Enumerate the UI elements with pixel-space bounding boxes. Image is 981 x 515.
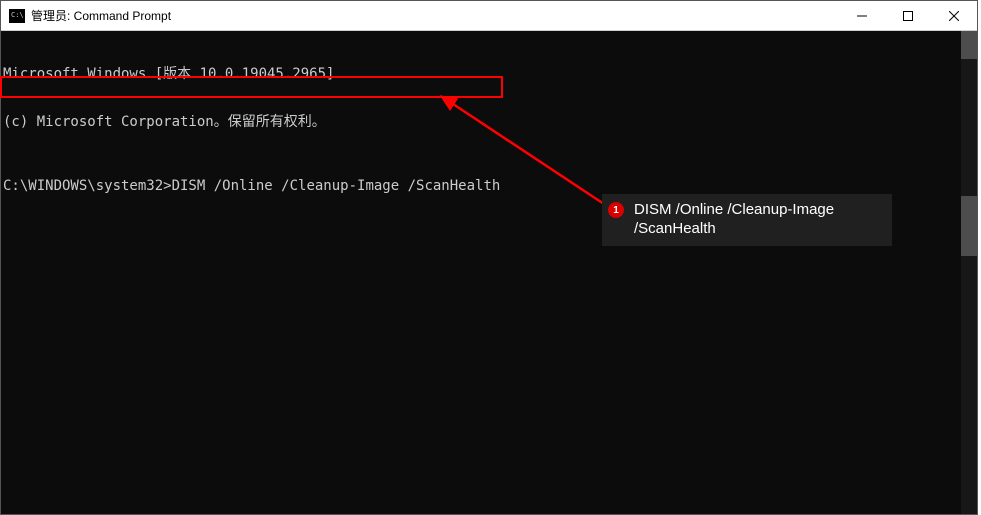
command-text: DISM /Online /Cleanup-Image /ScanHealth <box>172 178 501 194</box>
annotation-callout: 1 DISM /Online /Cleanup-Image /ScanHealt… <box>602 194 892 246</box>
close-icon <box>949 11 959 21</box>
scrollbar-thumb[interactable] <box>961 196 977 256</box>
terminal-body[interactable]: Microsoft Windows [版本 10.0.19045.2965] (… <box>1 31 961 514</box>
terminal-line: (c) Microsoft Corporation。保留所有权利。 <box>3 114 959 130</box>
terminal-area: Microsoft Windows [版本 10.0.19045.2965] (… <box>1 31 977 514</box>
terminal-prompt-line: C:\WINDOWS\system32>DISM /Online /Cleanu… <box>3 178 959 194</box>
close-button[interactable] <box>931 1 977 30</box>
command-prompt-window: 管理员: Command Prompt Microsoft Windows [版… <box>0 0 978 515</box>
scrollbar-thumb[interactable] <box>961 31 977 59</box>
prompt-text: C:\WINDOWS\system32> <box>3 178 172 194</box>
terminal-line: Microsoft Windows [版本 10.0.19045.2965] <box>3 66 959 82</box>
minimize-icon <box>857 11 867 21</box>
annotation-badge: 1 <box>608 202 624 218</box>
annotation-text: DISM /Online /Cleanup-Image /ScanHealth <box>634 200 882 238</box>
maximize-button[interactable] <box>885 1 931 30</box>
scrollbar-track[interactable] <box>961 31 977 514</box>
titlebar[interactable]: 管理员: Command Prompt <box>1 1 977 31</box>
window-controls <box>839 1 977 30</box>
cmd-icon <box>9 9 25 23</box>
maximize-icon <box>903 11 913 21</box>
minimize-button[interactable] <box>839 1 885 30</box>
window-title: 管理员: Command Prompt <box>31 7 839 24</box>
